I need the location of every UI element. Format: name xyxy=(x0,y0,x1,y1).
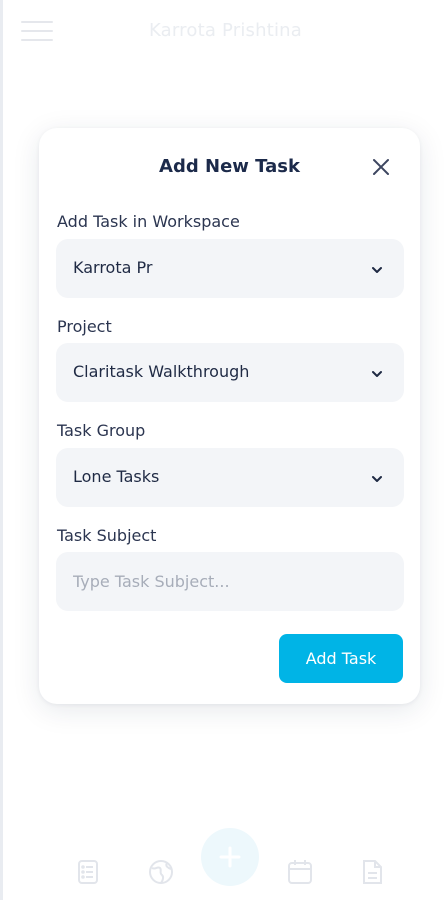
project-label: Project xyxy=(57,317,112,336)
dialog-title: Add New Task xyxy=(159,156,300,177)
add-task-button[interactable]: Add Task xyxy=(279,634,403,683)
add-task-dialog: Add New Task Add Task in Workspace Karro… xyxy=(39,128,420,704)
project-select[interactable]: Claritask Walkthrough xyxy=(56,343,404,402)
task-subject-input[interactable] xyxy=(56,552,404,611)
chevron-down-icon xyxy=(370,366,384,380)
workspace-label: Add Task in Workspace xyxy=(57,212,240,231)
project-select-value: Claritask Walkthrough xyxy=(73,362,250,381)
task-group-select[interactable]: Lone Tasks xyxy=(56,448,404,507)
task-subject-label: Task Subject xyxy=(57,526,157,545)
workspace-select-value: Karrota Pr xyxy=(73,258,153,277)
workspace-select[interactable]: Karrota Pr xyxy=(56,239,404,298)
close-button[interactable] xyxy=(370,156,392,178)
task-group-label: Task Group xyxy=(57,421,146,440)
chevron-down-icon xyxy=(370,471,384,485)
app-screen: Karrota Prishtina Add New Task Add Task … xyxy=(0,0,448,900)
task-group-select-value: Lone Tasks xyxy=(73,467,160,486)
close-icon xyxy=(373,159,389,175)
chevron-down-icon xyxy=(370,262,384,276)
